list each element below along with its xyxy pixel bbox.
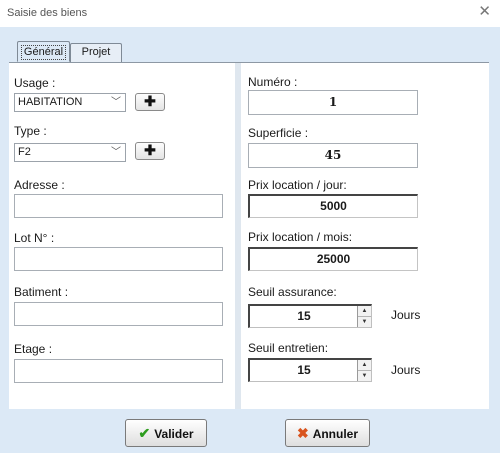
seuil-entretien-label: Seuil entretien: [248, 341, 329, 355]
spin-up-icon[interactable]: ▲ [358, 306, 371, 317]
numero-input[interactable]: 1 [248, 90, 418, 115]
superficie-input[interactable]: 45 [248, 143, 418, 168]
adresse-input[interactable] [14, 194, 223, 218]
spin-up-icon[interactable]: ▲ [358, 360, 371, 371]
tab-general-label: Général [20, 45, 67, 60]
spin-down-icon[interactable]: ▼ [358, 371, 371, 382]
etage-label: Etage : [14, 342, 53, 356]
seuil-assurance-label: Seuil assurance: [248, 285, 337, 299]
spinner-arrows: ▲ ▼ [357, 360, 371, 381]
batiment-label: Batiment : [14, 285, 69, 299]
seuil-assurance-value: 15 [297, 309, 311, 323]
spin-down-icon[interactable]: ▼ [358, 317, 371, 328]
seuil-entretien-value: 15 [297, 363, 311, 377]
cross-icon: ✖ [296, 425, 309, 441]
type-label: Type : [14, 124, 47, 138]
seuil-entretien-unit: Jours [391, 363, 421, 377]
lot-label: Lot N° : [14, 231, 55, 245]
usage-label: Usage : [14, 76, 56, 90]
type-select[interactable]: F2 ﹀ [14, 143, 126, 162]
lot-input[interactable] [14, 247, 223, 271]
plus-icon: ✚ [144, 142, 156, 158]
add-usage-button[interactable]: ✚ [135, 93, 165, 111]
usage-select[interactable]: HABITATION ﹀ [14, 93, 126, 112]
tab-general[interactable]: Général [17, 41, 70, 62]
check-icon: ✔ [138, 425, 151, 441]
etage-input[interactable] [14, 359, 223, 383]
prix-jour-label: Prix location / jour: [248, 178, 347, 192]
add-type-button[interactable]: ✚ [135, 142, 165, 160]
prix-jour-input[interactable]: 5000 [248, 194, 418, 218]
title-bar: Saisie des biens ✕ [0, 0, 500, 27]
superficie-label: Superficie : [248, 126, 309, 140]
valider-label: Valider [154, 427, 194, 441]
seuil-assurance-spinner[interactable]: 15 ▲ ▼ [248, 304, 372, 328]
chevron-down-icon: ﹀ [111, 147, 121, 158]
adresse-label: Adresse : [14, 178, 65, 192]
valider-button[interactable]: ✔ Valider [125, 419, 207, 447]
seuil-assurance-unit: Jours [391, 308, 421, 322]
usage-value: HABITATION [18, 96, 83, 108]
annuler-button[interactable]: ✖ Annuler [285, 419, 370, 447]
seuil-entretien-spinner[interactable]: 15 ▲ ▼ [248, 358, 372, 382]
type-value: F2 [18, 146, 31, 158]
chevron-down-icon: ﹀ [111, 97, 121, 108]
prix-mois-input[interactable]: 25000 [248, 247, 418, 271]
close-icon[interactable]: ✕ [478, 3, 491, 21]
annuler-label: Annuler [312, 427, 359, 441]
numero-label: Numéro : [248, 75, 298, 89]
batiment-input[interactable] [14, 302, 223, 326]
spinner-arrows: ▲ ▼ [357, 306, 371, 327]
window-title: Saisie des biens [7, 7, 88, 19]
tab-projet-label: Projet [81, 46, 111, 58]
plus-icon: ✚ [144, 93, 156, 109]
tab-projet[interactable]: Projet [70, 43, 122, 62]
prix-mois-label: Prix location / mois: [248, 230, 353, 244]
